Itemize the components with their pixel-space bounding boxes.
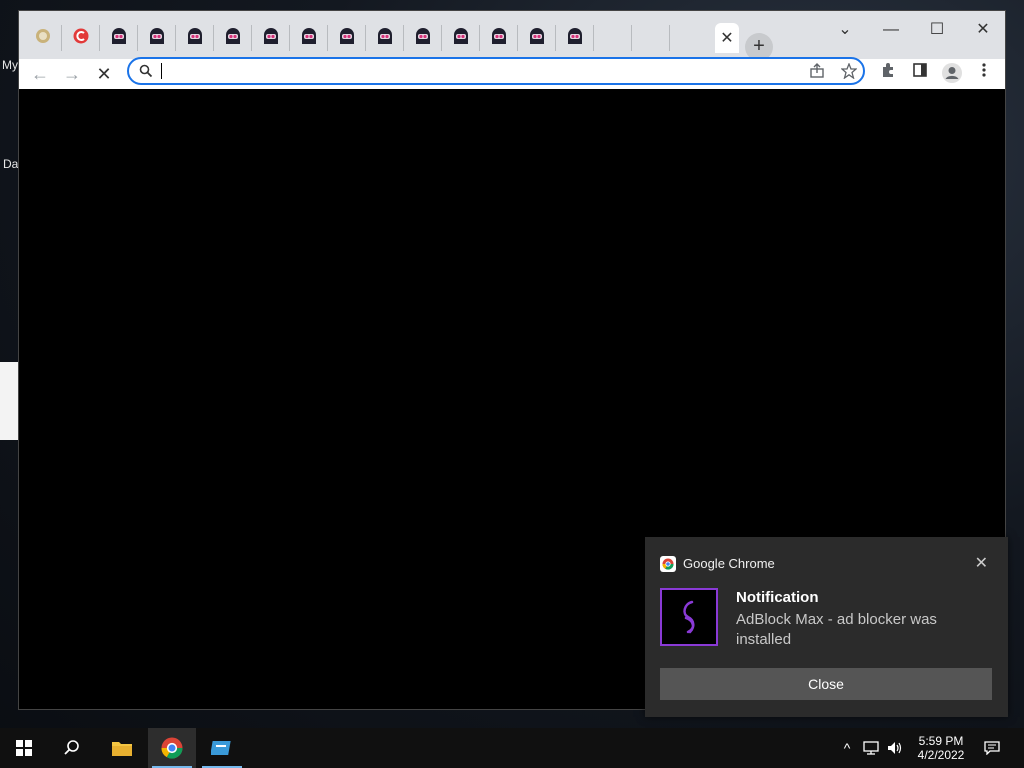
browser-toolbar: ← → ✕ [19,57,1005,89]
hacker-hood-icon [224,27,242,50]
red-c-icon [73,28,89,49]
address-input[interactable] [159,62,763,82]
clock-time: 5:59 PM [918,734,964,748]
chrome-taskbar-button[interactable] [148,728,196,768]
clock-date: 4/2/2022 [917,748,965,762]
app-taskbar-button[interactable] [198,728,246,768]
stop-loading-button[interactable]: ✕ [91,62,117,86]
active-tab[interactable]: ✕ [715,23,739,53]
forward-button[interactable]: → [59,62,85,86]
address-bar[interactable] [127,57,865,85]
profile-avatar-icon[interactable] [940,62,964,86]
notification-close-icon[interactable]: ✕ [975,553,988,573]
notification-title: Notification [736,589,819,606]
action-center-icon[interactable] [980,728,1004,768]
hacker-hood-icon [376,27,394,50]
browser-tab[interactable] [443,25,480,51]
side-panel-icon[interactable] [908,62,932,86]
browser-tab[interactable] [253,25,290,51]
notification-body: AdBlock Max - ad blocker was installed [736,611,937,648]
chrome-menu-icon[interactable] [972,62,996,86]
back-button[interactable]: ← [27,62,53,86]
extensions-icon[interactable] [876,62,900,86]
generic-globe-icon [35,28,51,49]
adblock-logo-icon [660,588,718,646]
clock[interactable]: 5:59 PM 4/2/2022 [910,728,972,768]
tab-strip: ✕ + ⌄ — ☐ ✕ [19,11,1005,61]
browser-tab[interactable] [101,25,138,51]
close-window-button[interactable]: ✕ [963,17,1003,43]
hacker-hood-icon [300,27,318,50]
browser-tab[interactable] [215,25,252,51]
file-explorer-button[interactable] [98,728,146,768]
browser-tab[interactable] [63,25,100,51]
hacker-hood-icon [566,27,584,50]
tab-search-button[interactable]: ⌄ [825,17,865,43]
volume-icon[interactable] [884,728,906,768]
minimize-button[interactable]: — [871,17,911,43]
start-button[interactable] [0,728,48,768]
desktop-icon-label-da[interactable]: Da [3,157,18,171]
search-button[interactable] [48,728,96,768]
chrome-icon [161,737,183,759]
hacker-hood-icon [490,27,508,50]
notification-toast[interactable]: Google Chrome ✕ Notification AdBlock Max… [645,537,1008,717]
hacker-hood-icon [528,27,546,50]
hacker-hood-icon [110,27,128,50]
browser-tab[interactable] [557,25,594,51]
browser-tab[interactable] [405,25,442,51]
browser-tab[interactable] [481,25,518,51]
hacker-hood-icon [148,27,166,50]
app-window-icon [211,741,231,755]
search-icon [139,64,153,78]
hacker-hood-icon [262,27,280,50]
browser-tab[interactable] [519,25,556,51]
chrome-icon [660,556,676,572]
browser-tab[interactable] [595,25,632,51]
background-window-edge[interactable] [0,362,18,440]
browser-tab[interactable] [25,25,62,51]
windows-icon [16,740,32,756]
notification-app-name: Google Chrome [683,556,775,571]
browser-tab[interactable] [291,25,328,51]
search-icon [64,740,79,755]
bookmark-star-icon[interactable] [841,63,857,79]
browser-tab[interactable] [177,25,214,51]
browser-tab[interactable] [633,25,670,51]
taskbar: ^ 5:59 PM 4/2/2022 [0,728,1024,768]
maximize-button[interactable]: ☐ [917,17,957,43]
hacker-hood-icon [414,27,432,50]
desktop-icon-label-my[interactable]: My [2,58,18,72]
notification-close-button[interactable]: Close [660,668,992,700]
browser-tab[interactable] [329,25,366,51]
hacker-hood-icon [452,27,470,50]
tab-close-icon[interactable]: ✕ [720,28,733,48]
share-icon[interactable] [809,63,825,79]
browser-tab[interactable] [139,25,176,51]
hacker-hood-icon [186,27,204,50]
folder-icon [112,742,132,756]
browser-tab[interactable] [367,25,404,51]
hacker-hood-icon [338,27,356,50]
network-icon[interactable] [860,728,882,768]
tray-overflow-icon[interactable]: ^ [838,728,856,768]
